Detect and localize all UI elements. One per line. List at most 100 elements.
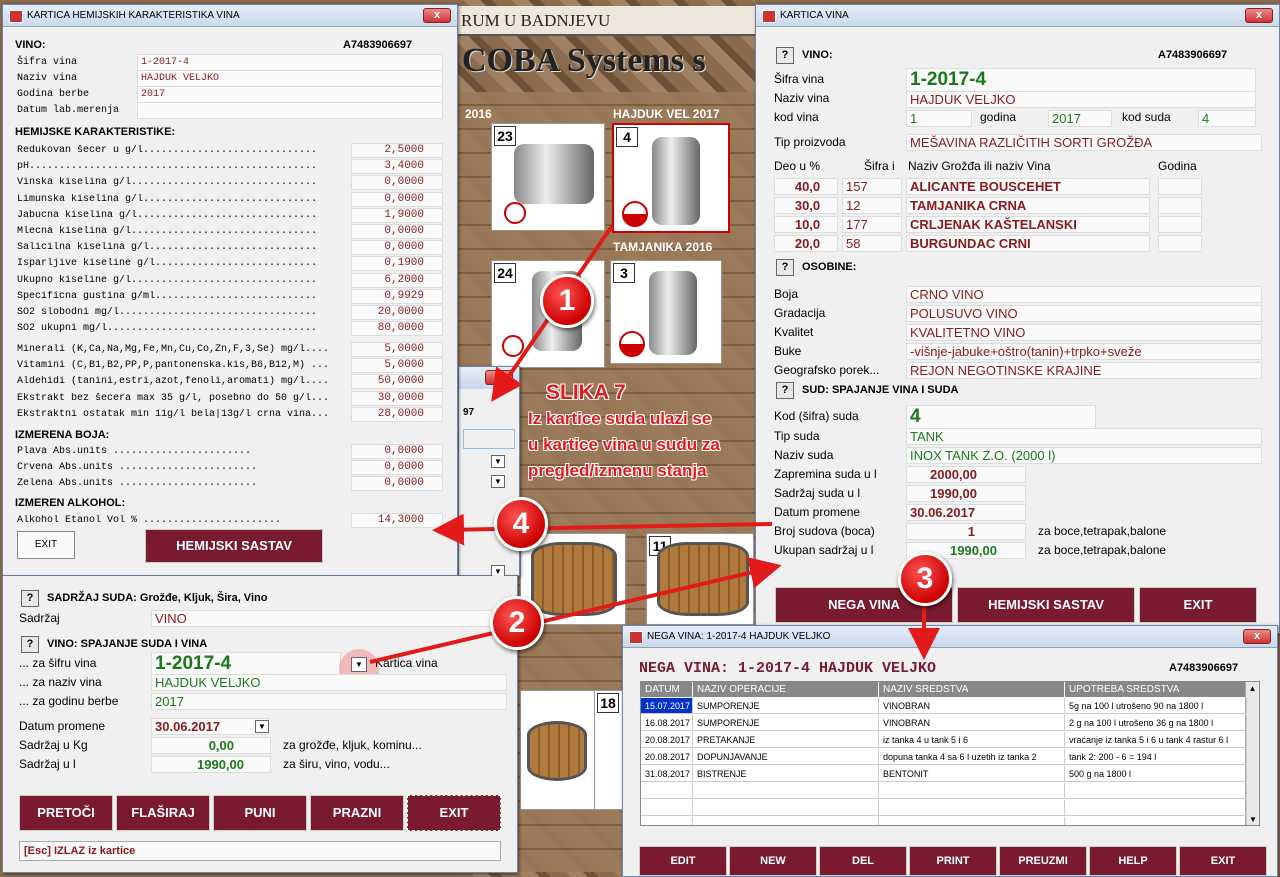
kodsud-value[interactable]: 4 — [906, 405, 1096, 429]
tank-tile-23[interactable]: 23 — [491, 123, 605, 231]
exit-button[interactable]: EXIT — [1139, 587, 1257, 623]
table-cell[interactable] — [879, 800, 1065, 816]
table-cell[interactable]: 2 g na 100 l utrošeno 36 g na 1800 l — [1065, 715, 1247, 731]
scroll-up-icon[interactable]: ▲ — [1246, 682, 1259, 696]
grape-code[interactable]: 177 — [842, 216, 902, 233]
chem-row-value[interactable]: 30,0000 — [351, 390, 443, 406]
grape-name[interactable]: TAMJANIKA CRNA — [906, 197, 1150, 214]
chem-row-value[interactable]: 14,3000 — [351, 513, 443, 528]
godina-value[interactable]: 2017 — [151, 693, 507, 710]
osobina-value[interactable]: CRNO VINO — [906, 286, 1262, 303]
chevron-down-icon[interactable]: ▼ — [351, 657, 367, 672]
datum-value[interactable] — [137, 102, 443, 119]
table-cell[interactable] — [1065, 800, 1247, 816]
chem-row-value[interactable]: 20,0000 — [351, 305, 443, 320]
tipsuda-value[interactable]: TANK — [906, 428, 1262, 445]
chevron-down-icon[interactable]: ▼ — [491, 475, 505, 488]
del-button[interactable]: DEL — [819, 846, 907, 876]
grape-code[interactable]: 58 — [842, 235, 902, 252]
grape-percent[interactable]: 30,0 — [774, 197, 838, 214]
sadrzaj-value[interactable]: VINO — [151, 610, 507, 627]
help-button[interactable]: HELP — [1089, 846, 1177, 876]
grape-name[interactable]: ALICANTE BOUSCEHET — [906, 178, 1150, 195]
preuzmi-button[interactable]: PREUZMI — [999, 846, 1087, 876]
sifra-value[interactable]: 1-2017-4 — [151, 652, 341, 676]
osobina-value[interactable]: -višnje-jabuke+oštro(tanin)+trpko+sveže — [906, 343, 1262, 360]
table-cell[interactable] — [1065, 783, 1247, 799]
grape-name[interactable]: CRLJENAK KAŠTELANSKI — [906, 216, 1150, 233]
table-cell[interactable] — [693, 800, 879, 816]
osobina-value[interactable]: POLUSUVO VINO — [906, 305, 1262, 322]
table-cell[interactable] — [693, 817, 879, 825]
table-cell[interactable]: VINOBRAN — [879, 698, 1065, 714]
chevron-down-icon[interactable]: ▼ — [491, 455, 505, 468]
grape-year[interactable] — [1158, 235, 1202, 252]
dat-value[interactable]: 30.06.2017 — [151, 718, 269, 735]
chem-row-value[interactable]: 0,0000 — [351, 460, 443, 476]
naziv-value[interactable]: HAJDUK VELJKO — [137, 70, 443, 87]
chevron-down-icon[interactable]: ▼ — [255, 720, 269, 733]
col-header[interactable]: DATUM — [641, 682, 693, 697]
grape-percent[interactable]: 20,0 — [774, 235, 838, 252]
chem-row-value[interactable]: 0,0000 — [351, 476, 443, 492]
table-cell[interactable]: 15.07.2017 — [641, 698, 693, 714]
barrel-tile-11[interactable]: 11 — [646, 533, 754, 625]
edit-button[interactable]: EDIT — [639, 846, 727, 876]
kod-value[interactable]: 1 — [906, 110, 972, 127]
godina-value[interactable]: 2017 — [1048, 110, 1112, 127]
kg-value[interactable]: 0,00 — [151, 737, 271, 754]
chem-row-value[interactable]: 0,0000 — [351, 240, 443, 256]
chem-row-value[interactable]: 6,2000 — [351, 272, 443, 288]
chem-row-value[interactable]: 0,0000 — [351, 191, 443, 207]
grape-code[interactable]: 157 — [842, 178, 902, 195]
chem-row-value[interactable]: 0,9929 — [351, 288, 443, 304]
table-cell[interactable] — [693, 783, 879, 799]
table-cell[interactable]: BISTRENJE — [693, 766, 879, 782]
chem-row-value[interactable]: 1,9000 — [351, 207, 443, 223]
grape-year[interactable] — [1158, 197, 1202, 214]
exit-button[interactable]: EXIT — [407, 795, 501, 831]
tank-tile-4[interactable]: 4 — [612, 123, 730, 233]
close-button[interactable]: x — [485, 370, 513, 385]
close-button[interactable]: x — [1243, 629, 1271, 644]
chem-row-value[interactable]: 50,0000 — [351, 374, 443, 390]
scroll-down-icon[interactable]: ▼ — [1246, 813, 1259, 825]
table-cell[interactable]: DOPUNJAVANJE — [693, 749, 879, 765]
table-cell[interactable]: PRETAKANJE — [693, 732, 879, 748]
help-icon[interactable]: ? — [776, 382, 794, 399]
grape-percent[interactable]: 40,0 — [774, 178, 838, 195]
grape-percent[interactable]: 10,0 — [774, 216, 838, 233]
exit-button[interactable]: EXIT — [1179, 846, 1267, 876]
l-value[interactable]: 1990,00 — [151, 756, 271, 773]
pretoci-button[interactable]: PRETOČI — [19, 795, 113, 831]
table-cell[interactable]: SUMPORENJE — [693, 698, 879, 714]
grape-name[interactable]: BURGUNDAC CRNI — [906, 235, 1150, 252]
col-header[interactable]: NAZIV OPERACIJE — [693, 682, 879, 697]
table-cell[interactable]: 16.08.2017 — [641, 715, 693, 731]
chem-row-value[interactable]: 0,1900 — [351, 256, 443, 272]
help-icon[interactable]: ? — [21, 590, 39, 607]
chem-row-value[interactable]: 5,0000 — [351, 358, 443, 374]
table-cell[interactable]: 500 g na 1800 l — [1065, 766, 1247, 782]
naziv-value[interactable]: HAJDUK VELJKO — [906, 91, 1256, 108]
table-cell[interactable]: dopuna tanka 4 sa 6 l uzetih iz tanka 2 — [879, 749, 1065, 765]
table-cell[interactable]: SUMPORENJE — [693, 715, 879, 731]
chem-row-value[interactable]: 0,0000 — [351, 224, 443, 239]
zap-value[interactable]: 2000,00 — [906, 466, 1026, 483]
table-cell[interactable] — [1065, 817, 1247, 825]
grape-year[interactable] — [1158, 178, 1202, 195]
close-button[interactable]: x — [423, 8, 451, 23]
table-cell[interactable] — [641, 783, 693, 799]
barrel-tile-18[interactable]: 18 — [594, 690, 624, 810]
chem-row-value[interactable]: 2,5000 — [351, 143, 443, 158]
kodsuda-value[interactable]: 4 — [1198, 110, 1256, 127]
nazivsuda-value[interactable]: INOX TANK Z.O. (2000 l) — [906, 447, 1262, 464]
table-cell[interactable] — [879, 817, 1065, 825]
broj-value[interactable]: 1 — [906, 523, 1026, 540]
naziv-value[interactable]: HAJDUK VELJKO — [151, 674, 507, 691]
tip-value[interactable]: MEŠAVINA RAZLIČITIH SORTI GROŽĐA — [906, 134, 1262, 151]
exit-button[interactable]: EXIT — [17, 531, 75, 559]
table-cell[interactable] — [641, 817, 693, 825]
table-cell[interactable]: VINOBRAN — [879, 715, 1065, 731]
help-icon[interactable]: ? — [21, 636, 39, 653]
